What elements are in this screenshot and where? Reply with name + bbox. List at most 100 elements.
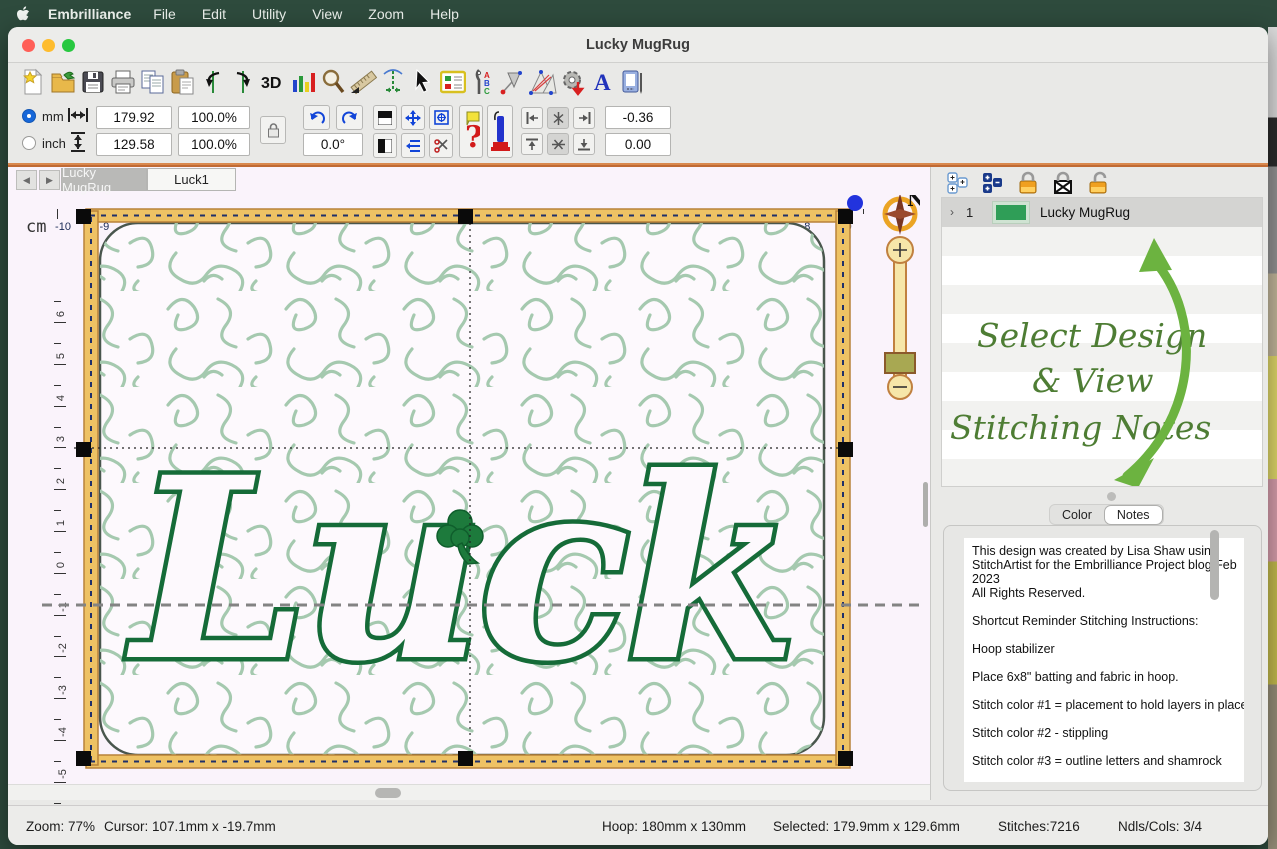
tab-notes[interactable]: Notes: [1104, 505, 1163, 525]
design-canvas[interactable]: Luck: [42, 195, 920, 783]
svg-text:N: N: [907, 195, 920, 211]
menu-item-edit[interactable]: Edit: [202, 6, 226, 22]
new-document-icon[interactable]: [18, 67, 48, 97]
zoom-slider-handle[interactable]: [885, 353, 915, 373]
center-design-button[interactable]: [401, 105, 425, 130]
unit-inch-radio[interactable]: [22, 136, 36, 150]
menu-item-zoom[interactable]: Zoom: [368, 6, 404, 22]
window-title: Lucky MugRug: [8, 37, 1268, 53]
notes-scrollbar-thumb[interactable]: [1210, 530, 1219, 600]
lock-open-icon[interactable]: [1085, 170, 1111, 196]
canvas-zoom-slider[interactable]: [885, 237, 915, 399]
rotation-field[interactable]: 0.0°: [303, 133, 363, 156]
title-bar[interactable]: Lucky MugRug: [8, 27, 1268, 63]
stitch-simulator-button[interactable]: [487, 105, 513, 158]
width-percent-field[interactable]: 100.0%: [178, 106, 250, 129]
svg-text:C: C: [484, 87, 490, 96]
node-edit-tool-icon[interactable]: [498, 67, 528, 97]
app-window: Lucky MugRug 3D ABC A mm inch 179.92 100.0…: [8, 27, 1268, 845]
zoom-tool-icon[interactable]: [318, 67, 348, 97]
menu-item-view[interactable]: View: [312, 6, 342, 22]
rotate-left-button[interactable]: [303, 105, 330, 130]
color-palette-icon[interactable]: [438, 67, 468, 97]
align-bottom-button[interactable]: [573, 133, 595, 155]
expand-tree-icon[interactable]: [945, 170, 971, 196]
text-tool-icon[interactable]: A: [588, 67, 618, 97]
offset-y-field[interactable]: 0.00: [605, 133, 671, 156]
origin-point-dot[interactable]: [847, 195, 863, 211]
lettering-tool-icon[interactable]: ABC: [468, 67, 498, 97]
lock-closed-icon[interactable]: [1015, 170, 1041, 196]
canvas-horizontal-scrollbar-thumb[interactable]: [375, 788, 401, 798]
menu-bar: Embrilliance File Edit Utility View Zoom Help: [0, 0, 1277, 27]
annotation-arrow: [942, 198, 1263, 487]
object-list[interactable]: › 1 Lucky MugRug Select Design & View St…: [941, 197, 1263, 487]
paste-icon[interactable]: [168, 67, 198, 97]
contrast-view-button[interactable]: [373, 105, 397, 130]
design-lettering: Luck: [127, 422, 792, 716]
align-top-button[interactable]: [521, 133, 543, 155]
canvas-vertical-scrollbar[interactable]: [921, 222, 929, 792]
panel-scroll-dot[interactable]: [1107, 492, 1116, 501]
redo-stitch-icon[interactable]: [228, 67, 258, 97]
canvas-vertical-scrollbar-thumb[interactable]: [923, 482, 928, 527]
collapse-tree-icon[interactable]: [980, 170, 1006, 196]
notes-editor-icon[interactable]: [618, 67, 648, 97]
trim-scissors-button[interactable]: [429, 133, 453, 158]
print-icon[interactable]: [108, 67, 138, 97]
align-right-button[interactable]: [573, 107, 595, 129]
align-left-button[interactable]: [521, 107, 543, 129]
fit-hoop-button[interactable]: [429, 105, 453, 130]
split-view-button[interactable]: [373, 133, 397, 158]
object-list-toolbar: [945, 170, 1111, 196]
help-notes-button[interactable]: ?: [459, 105, 483, 158]
height-percent-field[interactable]: 100.0%: [178, 133, 250, 156]
status-stitches: Stitches:7216: [998, 819, 1080, 834]
save-icon[interactable]: [78, 67, 108, 97]
compass-icon: N: [884, 195, 920, 235]
height-field[interactable]: 129.58: [96, 133, 172, 156]
unit-inch-label: inch: [42, 136, 66, 151]
width-field[interactable]: 179.92: [96, 106, 172, 129]
lock-crossed-icon[interactable]: [1050, 170, 1076, 196]
stitch-generate-icon[interactable]: [558, 67, 588, 97]
status-cursor: Cursor: 107.1mm x -19.7mm: [104, 819, 276, 834]
aspect-lock-button[interactable]: [260, 116, 286, 144]
svg-text:A: A: [594, 70, 611, 95]
undo-stitch-icon[interactable]: [198, 67, 228, 97]
design-tool-icon[interactable]: [528, 67, 558, 97]
align-hcenter-button[interactable]: [547, 107, 569, 129]
status-bar: Zoom: 77% Cursor: 107.1mm x -19.7mm Hoop…: [8, 805, 1268, 845]
menu-item-utility[interactable]: Utility: [252, 6, 286, 22]
machine-position-icon[interactable]: [378, 67, 408, 97]
notes-text-area[interactable]: This design was created by Lisa Shaw usi…: [964, 538, 1244, 782]
measure-tool-icon[interactable]: [348, 67, 378, 97]
apple-icon[interactable]: [16, 6, 30, 22]
notes-text: This design was created by Lisa Shaw usi…: [972, 544, 1244, 782]
height-icon: [70, 132, 86, 157]
menu-item-file[interactable]: File: [153, 6, 176, 22]
canvas-horizontal-scrollbar[interactable]: [8, 784, 930, 800]
ruler-tick: [54, 803, 61, 804]
rotate-right-button[interactable]: [336, 105, 363, 130]
status-zoom: Zoom: 77%: [26, 819, 95, 834]
unit-mm-radio[interactable]: [22, 109, 36, 123]
svg-text:?: ?: [465, 120, 480, 153]
select-tool-icon[interactable]: [408, 67, 438, 97]
notes-panel: This design was created by Lisa Shaw usi…: [943, 525, 1262, 791]
view-3d-icon[interactable]: 3D: [258, 67, 288, 97]
canvas-work-area[interactable]: ◀ ▶ Lucky MugRug Luck1 cm -10-9-8-7-6-5-…: [8, 167, 930, 800]
svg-text:3D: 3D: [261, 75, 281, 92]
panel-tab-switcher: Color Notes: [1049, 504, 1164, 525]
align-vcenter-button[interactable]: [547, 133, 569, 155]
offset-x-field[interactable]: -0.36: [605, 106, 671, 129]
unit-mm-label: mm: [42, 109, 64, 124]
open-folder-icon[interactable]: [48, 67, 78, 97]
app-name[interactable]: Embrilliance: [48, 6, 131, 22]
align-stitches-button[interactable]: [401, 133, 425, 158]
density-chart-icon[interactable]: [288, 67, 318, 97]
tab-color[interactable]: Color: [1050, 506, 1104, 524]
design-panel: › 1 Lucky MugRug Select Design & View St…: [930, 167, 1268, 800]
menu-item-help[interactable]: Help: [430, 6, 459, 22]
copy-icon[interactable]: [138, 67, 168, 97]
